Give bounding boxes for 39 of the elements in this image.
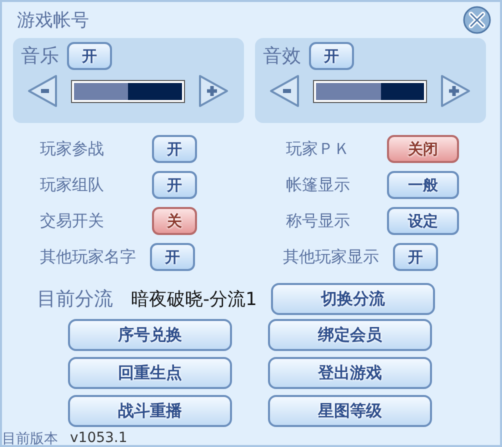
option-button[interactable]: 设定 xyxy=(387,207,459,235)
toggle-button[interactable]: 开 xyxy=(67,42,112,70)
toggle-button[interactable]: 开 xyxy=(152,135,197,163)
setting-label: 玩家组队 xyxy=(40,174,105,196)
toggle-button[interactable]: 开 xyxy=(150,243,195,271)
decrease-icon[interactable] xyxy=(26,74,58,108)
increase-icon[interactable] xyxy=(198,74,230,108)
server-name: 暗夜破晓-分流1 xyxy=(131,288,257,311)
setting-label: 称号显示 xyxy=(286,210,351,232)
toggle-button[interactable]: 开 xyxy=(309,42,354,70)
volume-slider[interactable] xyxy=(314,80,426,102)
menu-button[interactable]: 星图等级 xyxy=(268,395,432,427)
switch-server-button[interactable]: 切换分流 xyxy=(270,283,435,315)
menu-button[interactable]: 回重生点 xyxy=(68,357,232,389)
toggle-button[interactable]: 关闭 xyxy=(387,135,459,163)
option-button[interactable]: 一般 xyxy=(387,171,459,199)
toggle-button[interactable]: 关 xyxy=(152,207,197,235)
toggle-button[interactable]: 开 xyxy=(393,243,438,271)
version-number: v1053.1 xyxy=(70,430,128,445)
setting-label: 交易开关 xyxy=(40,210,105,232)
menu-button[interactable]: 战斗重播 xyxy=(68,395,232,427)
server-label: 目前分流 xyxy=(37,287,113,312)
window-title: 游戏帐号 xyxy=(17,9,89,32)
audio-label: 音乐 xyxy=(21,44,59,69)
version-label: 目前版本 xyxy=(2,430,58,445)
setting-label: 帐篷显示 xyxy=(286,174,351,196)
volume-slider[interactable] xyxy=(72,80,184,102)
setting-label: 玩家ＰＫ xyxy=(286,138,351,160)
menu-button[interactable]: 绑定会员 xyxy=(268,319,432,351)
toggle-button[interactable]: 开 xyxy=(152,171,197,199)
increase-icon[interactable] xyxy=(440,74,472,108)
menu-button[interactable]: 序号兑换 xyxy=(68,319,232,351)
close-icon[interactable] xyxy=(463,6,491,34)
setting-label: 玩家参战 xyxy=(40,138,105,160)
setting-label: 其他玩家显示 xyxy=(283,246,379,268)
setting-label: 其他玩家名字 xyxy=(40,246,136,268)
decrease-icon[interactable] xyxy=(268,74,300,108)
menu-button[interactable]: 登出游戏 xyxy=(268,357,432,389)
audio-label: 音效 xyxy=(263,44,301,69)
